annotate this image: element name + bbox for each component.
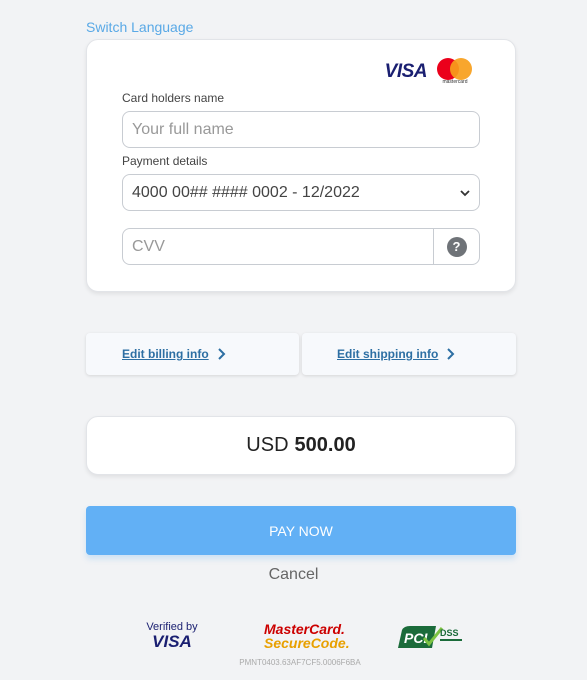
chevron-right-icon[interactable] [216, 348, 226, 360]
visa-logo: VISA [384, 61, 428, 82]
cancel-link[interactable]: Cancel [0, 566, 587, 584]
payment-details-label: Payment details [122, 154, 208, 168]
edit-shipping-link[interactable]: Edit shipping info [337, 347, 438, 361]
card-details-panel: VISA mastercard Card holders name Your f… [86, 39, 516, 292]
svg-text:DSS: DSS [440, 628, 459, 638]
payment-details-select[interactable]: 4000 00## #### 0002 - 12/2022 [122, 174, 480, 211]
edit-billing-link[interactable]: Edit billing info [122, 347, 209, 361]
mastercard-securecode-badge: MasterCard. SecureCode. [264, 621, 350, 651]
card-brands: VISA mastercard [385, 58, 473, 86]
cvv-help-button[interactable]: ? [433, 229, 479, 264]
payment-details-value: 4000 00## #### 0002 - 12/2022 [132, 183, 360, 201]
card-holder-name-input[interactable]: Your full name [122, 111, 480, 148]
amount-panel: USD 500.00 [86, 416, 516, 475]
cvv-input[interactable]: CVV [123, 229, 435, 264]
cvv-group: CVV ? [122, 228, 480, 265]
chevron-down-icon [460, 190, 470, 197]
payment-reference: PMNT0403.63AF7CF5.0006F6BA [239, 658, 361, 667]
help-icon: ? [446, 236, 467, 257]
mastercard-logo: mastercard [437, 58, 473, 86]
security-badges: Verified by VISA MasterCard. SecureCode.… [0, 622, 587, 654]
pci-dss-badge: PCI DSS [398, 626, 462, 648]
chevron-right-icon[interactable] [445, 348, 455, 360]
card-holder-name-label: Card holders name [122, 91, 225, 105]
currency-code: USD [246, 434, 289, 456]
verified-by-visa-badge: Verified by VISA [146, 621, 198, 651]
pay-now-button[interactable]: PAY NOW [86, 506, 516, 555]
edit-shipping-panel: Edit shipping info [302, 333, 516, 375]
switch-language-link[interactable]: Switch Language [86, 19, 193, 35]
amount-value: 500.00 [294, 434, 356, 456]
edit-billing-panel: Edit billing info [86, 333, 299, 375]
